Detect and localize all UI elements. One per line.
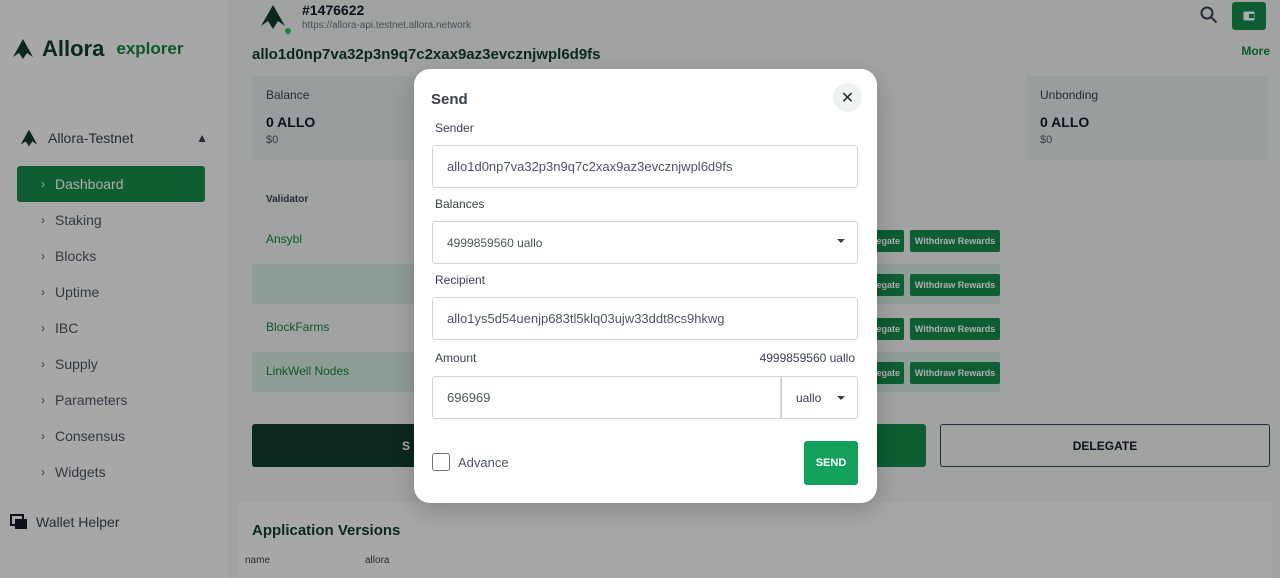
sender-label: Sender — [435, 121, 474, 135]
advance-checkbox[interactable] — [432, 453, 450, 471]
advance-toggle[interactable]: Advance — [432, 453, 509, 471]
dialog-title: Send — [431, 91, 468, 108]
recipient-input[interactable]: allo1ys5d54uenjp683tl5klq03ujw33ddt8cs9h… — [432, 297, 858, 340]
recipient-label: Recipient — [435, 273, 486, 287]
recipient-value: allo1ys5d54uenjp683tl5klq03ujw33ddt8cs9h… — [447, 311, 725, 326]
amount-available: 4999859560 uallo — [759, 351, 855, 365]
send-dialog: Send ✕ Sender allo1d0np7va32p3n9q7c2xax9… — [414, 69, 877, 503]
balances-select[interactable]: 4999859560 uallo — [432, 221, 858, 264]
sender-value: allo1d0np7va32p3n9q7c2xax9az3evcznjwpl6d… — [447, 159, 733, 174]
caret-down-icon — [837, 396, 845, 400]
amount-input[interactable]: 696969 — [432, 376, 782, 419]
amount-label: Amount — [435, 351, 477, 365]
balances-label: Balances — [435, 197, 485, 211]
sender-field[interactable]: allo1d0np7va32p3n9q7c2xax9az3evcznjwpl6d… — [432, 145, 858, 188]
caret-down-icon — [837, 239, 845, 243]
amount-value: 696969 — [447, 390, 491, 405]
balances-value: 4999859560 uallo — [447, 235, 543, 250]
close-icon: ✕ — [840, 89, 855, 107]
advance-label: Advance — [458, 454, 509, 470]
send-button[interactable]: SEND — [804, 441, 858, 485]
close-button[interactable]: ✕ — [833, 83, 862, 112]
unit-value: uallo — [796, 390, 822, 405]
unit-select[interactable]: uallo — [780, 376, 858, 419]
